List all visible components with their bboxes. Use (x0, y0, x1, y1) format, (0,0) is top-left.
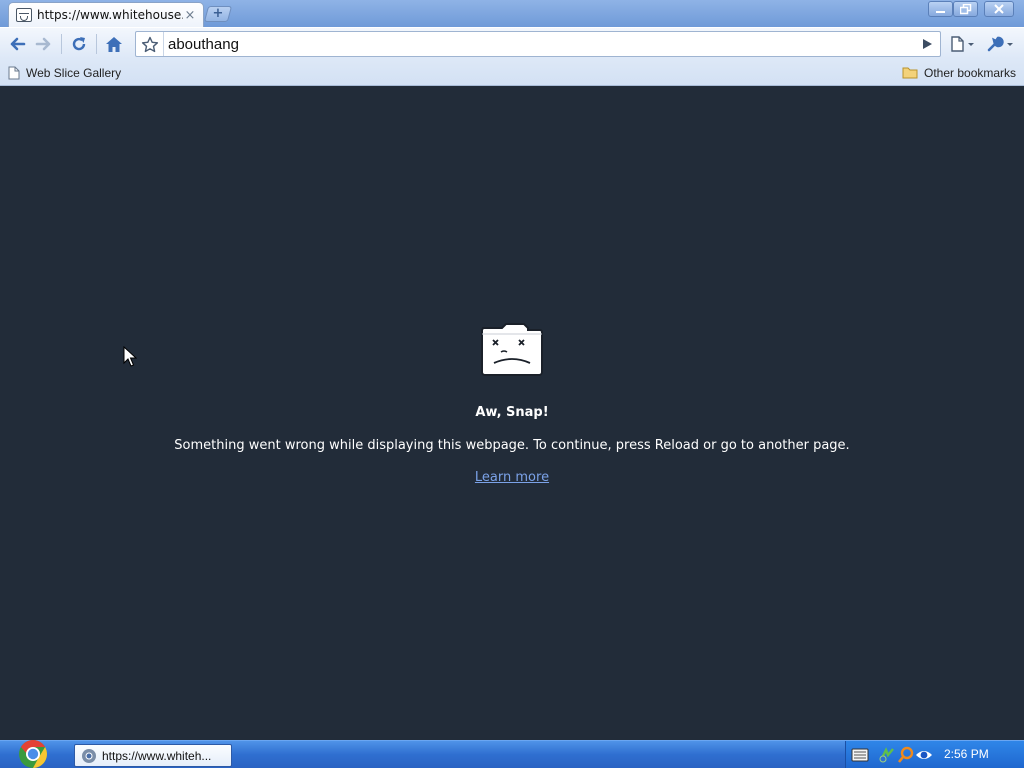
bookmarks-bar: Web Slice Gallery Other bookmarks (0, 59, 1024, 86)
omnibox-divider (163, 32, 164, 56)
page-icon (8, 66, 20, 80)
bookmark-folder-label: Other bookmarks (924, 65, 1017, 80)
clock: 2:56 PM (944, 747, 989, 761)
arrow-left-icon (10, 37, 26, 51)
arrow-right-icon (35, 37, 51, 51)
sad-tab-icon (481, 323, 543, 376)
wrench-menu-button[interactable] (984, 32, 1018, 56)
chrome-window-icon (82, 748, 96, 763)
plus-icon: + (212, 6, 224, 21)
other-bookmarks-folder[interactable]: Other bookmarks (902, 64, 1016, 81)
home-button[interactable] (102, 32, 126, 56)
bookmark-star-button[interactable] (140, 35, 160, 53)
page-content: Aw, Snap! Something went wrong while dis… (0, 87, 1024, 740)
omnibox[interactable] (135, 31, 941, 57)
play-icon (923, 39, 932, 49)
minimize-button[interactable] (928, 1, 953, 17)
eye-icon[interactable] (915, 746, 933, 764)
page-menu-button[interactable] (948, 32, 978, 56)
tab-close-icon[interactable]: × (183, 8, 197, 23)
wrench-icon (987, 36, 1013, 52)
bookmark-web-slice-gallery[interactable]: Web Slice Gallery (8, 64, 121, 81)
error-heading: Aw, Snap! (475, 405, 549, 420)
taskbar: https://www.whiteh... 2:56 PM (0, 740, 1024, 768)
learn-more-container: Learn more (0, 470, 1024, 485)
magnifier-icon[interactable] (897, 746, 915, 764)
page-icon (951, 36, 974, 52)
toolbar-divider (61, 34, 62, 54)
star-icon (141, 36, 159, 52)
back-button[interactable] (5, 32, 29, 56)
minimize-icon (935, 11, 945, 13)
folder-icon (902, 66, 918, 79)
reload-button[interactable] (67, 32, 91, 56)
home-icon (106, 36, 122, 52)
taskbar-window-button[interactable]: https://www.whiteh... (74, 744, 232, 767)
restore-icon (959, 3, 971, 15)
close-window-button[interactable] (984, 1, 1014, 17)
mouse-cursor-icon (123, 346, 137, 367)
sad-tab-favicon-icon (16, 8, 32, 22)
url-input[interactable] (168, 34, 908, 54)
close-icon (994, 4, 1004, 14)
tab-active[interactable]: https://www.whitehouse.... × (8, 2, 204, 27)
network-icon[interactable] (878, 746, 896, 764)
forward-button[interactable] (32, 32, 56, 56)
bookmark-label: Web Slice Gallery (26, 65, 122, 80)
toolbar-divider (96, 34, 97, 54)
taskbar-window-label: https://www.whiteh... (102, 748, 212, 763)
tab-title: https://www.whitehouse.... (37, 8, 183, 22)
keyboard-icon[interactable] (851, 746, 869, 764)
error-message: Something went wrong while displaying th… (174, 438, 850, 453)
chrome-logo-icon[interactable] (16, 738, 50, 768)
learn-more-link[interactable]: Learn more (475, 470, 549, 485)
go-button[interactable] (918, 36, 936, 52)
system-tray: 2:56 PM (845, 741, 1024, 768)
new-tab-button[interactable]: + (203, 6, 233, 22)
browser-toolbar (0, 27, 1024, 59)
title-bar: https://www.whitehouse.... × + (0, 0, 1024, 27)
reload-icon (72, 37, 86, 51)
restore-button[interactable] (953, 1, 978, 17)
